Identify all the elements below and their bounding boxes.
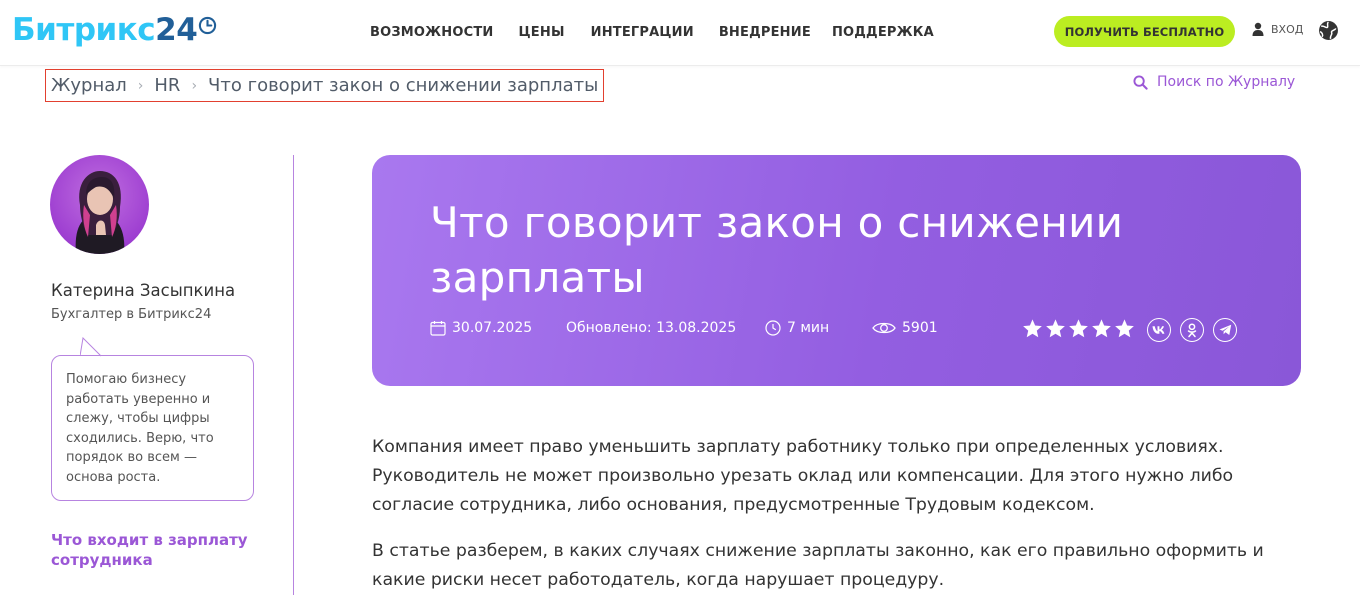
author-role: Бухгалтер в Битрикс24: [51, 307, 212, 322]
star-icon[interactable]: [1022, 318, 1043, 339]
user-icon: [1252, 22, 1264, 36]
share-vk-button[interactable]: [1147, 318, 1171, 342]
star-icon[interactable]: [1045, 318, 1066, 339]
author-bio: Помогаю бизнесу работать уверенно и слеж…: [51, 355, 254, 501]
publish-date: 30.07.2025: [430, 320, 532, 336]
share-ok-button[interactable]: [1180, 318, 1204, 342]
author-portrait: [75, 171, 125, 254]
clock-icon: [765, 320, 781, 336]
breadcrumb: Журнал › HR › Что говорит закон о снижен…: [45, 69, 605, 102]
article-paragraph: Компания имеет право уменьшить зарплату …: [372, 437, 1234, 515]
star-icon[interactable]: [1068, 318, 1089, 339]
globe-icon[interactable]: [1318, 20, 1339, 41]
site-header: Битрикс24 ВОЗМОЖНОСТИ ЦЕНЫ ИНТЕГРАЦИИ ВН…: [0, 0, 1360, 66]
publish-date-value: 30.07.2025: [452, 320, 533, 336]
nav-prices[interactable]: ЦЕНЫ: [519, 25, 565, 40]
author-avatar: [50, 155, 149, 254]
breadcrumb-journal[interactable]: Журнал: [51, 75, 127, 96]
search-icon: [1133, 74, 1148, 90]
star-icon[interactable]: [1091, 318, 1112, 339]
views-count: 5901: [872, 320, 938, 336]
updated-date: Обновлено: 13.08.2025: [566, 320, 736, 336]
eye-icon: [872, 322, 896, 334]
journal-search-link[interactable]: Поиск по Журналу: [1133, 74, 1295, 90]
views-count-value: 5901: [902, 320, 938, 336]
nav-features[interactable]: ВОЗМОЖНОСТИ: [370, 25, 494, 40]
article-hero: Что говорит закон о снижении зарплаты 30…: [372, 155, 1301, 386]
login-label: ВХОД: [1271, 22, 1304, 36]
read-time: 7 мин: [765, 320, 829, 336]
clock-icon: [199, 16, 217, 35]
breadcrumb-separator: ›: [137, 77, 144, 94]
breadcrumb-hr[interactable]: HR: [154, 75, 180, 96]
logo-number: 24: [155, 12, 198, 48]
nav-integrations[interactable]: ИНТЕГРАЦИИ: [591, 25, 694, 40]
main-nav: ВОЗМОЖНОСТИ ЦЕНЫ ИНТЕГРАЦИИ ВНЕДРЕНИЕ ПО…: [370, 0, 959, 64]
share-telegram-button[interactable]: [1213, 318, 1237, 342]
article-title: Что говорит закон о снижении зарплаты: [430, 198, 1124, 302]
author-name[interactable]: Катерина Засыпкина: [51, 281, 235, 300]
star-icon[interactable]: [1114, 318, 1135, 339]
toc-item-salary-composition[interactable]: Что входит в зарплату сотрудника: [51, 530, 271, 570]
telegram-icon: [1219, 324, 1231, 335]
article-paragraph: В статье разберем, в каких случаях сниже…: [372, 541, 1264, 590]
bitrix24-logo[interactable]: Битрикс24: [12, 10, 217, 50]
odnoklassniki-icon: [1187, 322, 1197, 337]
sidebar-divider: [293, 155, 294, 595]
vk-icon: [1152, 326, 1165, 334]
journal-search-label: Поиск по Журналу: [1157, 74, 1296, 90]
nav-implementation[interactable]: ВНЕДРЕНИЕ: [719, 25, 811, 40]
breadcrumb-current: Что говорит закон о снижении зарплаты: [208, 75, 599, 96]
breadcrumb-separator: ›: [191, 77, 198, 94]
rating-stars[interactable]: [1022, 318, 1137, 339]
get-free-button[interactable]: ПОЛУЧИТЬ БЕСПЛАТНО: [1054, 16, 1235, 47]
logo-brand-text: Битрикс24: [12, 12, 198, 48]
speech-bubble-tail: [80, 337, 102, 357]
updated-date-value: Обновлено: 13.08.2025: [566, 320, 737, 336]
read-time-value: 7 мин: [787, 320, 830, 336]
login-link[interactable]: ВХОД: [1252, 22, 1303, 36]
nav-support[interactable]: ПОДДЕРЖКА: [832, 25, 934, 40]
calendar-icon: [430, 321, 446, 336]
